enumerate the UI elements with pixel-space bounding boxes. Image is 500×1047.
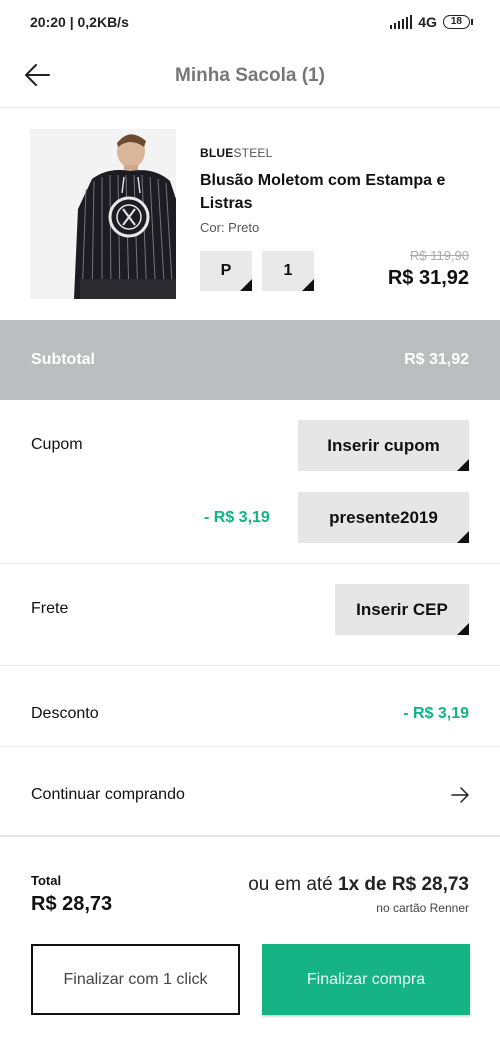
cart-item: BLUESTEEL Blusão Moletom com Estampa e L… — [0, 109, 500, 319]
subtotal-value: R$ 31,92 — [404, 351, 469, 368]
battery-icon: 18 — [442, 15, 474, 29]
dropdown-corner-icon — [302, 279, 314, 291]
total-label: Total — [31, 873, 62, 888]
old-price: R$ 119,90 — [409, 248, 469, 263]
coupon-discount: - R$ 3,19 — [204, 509, 270, 526]
installment-info: ou em até 1x de R$ 28,73 — [248, 874, 469, 896]
arrow-right-icon — [451, 787, 469, 803]
installment-card: no cartão Renner — [376, 901, 469, 915]
discount-value: - R$ 3,19 — [403, 705, 469, 722]
shipping-label: Frete — [31, 600, 69, 617]
insert-coupon-button[interactable]: Inserir cupom — [298, 420, 469, 471]
subtotal-bar: Subtotal R$ 31,92 — [0, 320, 500, 400]
checkout-button[interactable]: Finalizar compra — [262, 944, 470, 1015]
size-value: P — [220, 262, 232, 279]
dropdown-corner-icon — [457, 531, 469, 543]
back-button[interactable] — [22, 60, 52, 90]
applied-coupon-button[interactable]: presente2019 — [298, 492, 469, 543]
continue-shopping-label: Continuar comprando — [31, 786, 185, 803]
insert-cep-button[interactable]: Inserir CEP — [335, 584, 469, 635]
discount-label: Desconto — [31, 705, 99, 722]
product-image[interactable] — [30, 129, 176, 299]
product-color: Cor: Preto — [200, 220, 260, 235]
brand-logo: BLUESTEEL — [200, 146, 272, 160]
quantity-selector[interactable]: 1 — [262, 251, 314, 291]
brand-name-light: STEEL — [233, 146, 273, 160]
product-name[interactable]: Blusão Moletom com Estampa e Listras — [200, 169, 470, 215]
arrow-left-icon — [25, 64, 50, 86]
size-selector[interactable]: P — [200, 251, 252, 291]
total-value: R$ 28,73 — [31, 893, 113, 915]
status-bar: 20:20 | 0,2KB/s 4G 18 — [0, 0, 500, 44]
dropdown-corner-icon — [240, 279, 252, 291]
one-click-checkout-button[interactable]: Finalizar com 1 click — [31, 944, 240, 1015]
coupon-label: Cupom — [31, 436, 83, 453]
dropdown-corner-icon — [457, 623, 469, 635]
quantity-value: 1 — [283, 262, 293, 279]
divider — [0, 835, 500, 837]
coupon-code: presente2019 — [329, 507, 438, 527]
insert-cep-label: Inserir CEP — [356, 599, 448, 619]
installment-value: 1x de R$ 28,73 — [338, 874, 469, 895]
divider — [0, 563, 500, 564]
network-type: 4G — [418, 14, 437, 30]
checkout-label: Finalizar compra — [306, 970, 426, 988]
dropdown-corner-icon — [457, 459, 469, 471]
product-price: R$ 31,92 — [387, 267, 469, 289]
hoodie-model-illustration — [30, 129, 176, 299]
divider — [0, 665, 500, 666]
signal-icon — [390, 15, 413, 29]
status-time: 20:20 | 0,2KB/s — [30, 14, 129, 30]
installment-prefix: ou em até — [248, 874, 339, 895]
app-header: Minha Sacola (1) — [0, 44, 500, 108]
subtotal-label: Subtotal — [31, 351, 95, 368]
status-icons: 4G 18 — [390, 14, 474, 30]
page-title: Minha Sacola (1) — [175, 64, 325, 86]
continue-shopping-row[interactable]: Continuar comprando — [0, 747, 500, 835]
one-click-label: Finalizar com 1 click — [63, 970, 208, 988]
insert-coupon-label: Inserir cupom — [327, 435, 440, 455]
brand-name-bold: BLUE — [200, 146, 234, 160]
